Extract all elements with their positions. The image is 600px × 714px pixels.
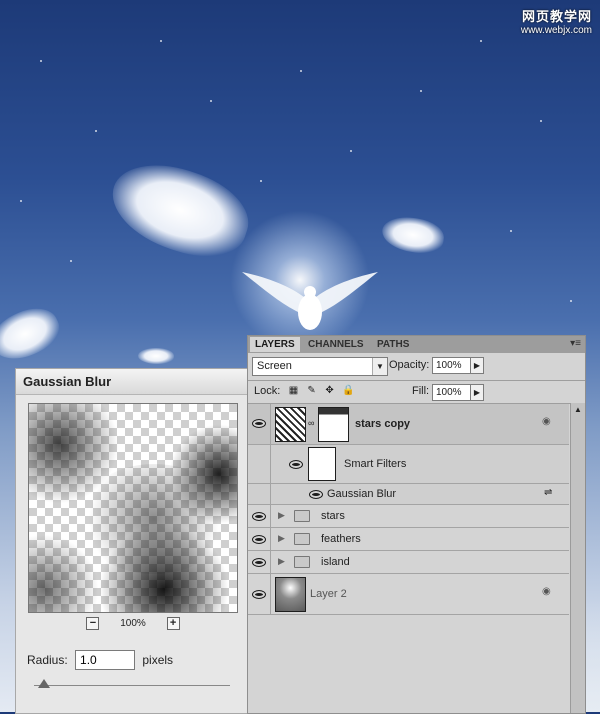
visibility-eye-icon[interactable]	[251, 555, 267, 569]
visibility-eye-icon[interactable]	[288, 457, 304, 471]
tab-paths[interactable]: PATHS	[372, 337, 414, 352]
smart-object-icon: ◉	[542, 586, 551, 597]
zoom-in-button[interactable]: +	[166, 617, 180, 630]
feather-4	[138, 348, 174, 364]
dialog-title[interactable]: Gaussian Blur	[16, 369, 250, 395]
layer-row-feathers[interactable]: ▶ feathers	[248, 528, 569, 551]
radius-unit: pixels	[142, 653, 174, 667]
fill-label: Fill:	[412, 385, 430, 397]
blend-mode-select[interactable]: Screen ▼	[252, 357, 388, 376]
tab-layers[interactable]: LAYERS	[250, 337, 300, 352]
folder-icon	[294, 556, 310, 568]
expand-arrow-icon[interactable]: ▶	[278, 533, 285, 544]
layer-name[interactable]: stars	[321, 510, 345, 522]
layer-row-stars-copy[interactable]: ∞ stars copy ◉	[248, 404, 569, 445]
fill-input[interactable]: 100%	[432, 384, 471, 401]
layer-name[interactable]: stars copy	[355, 418, 410, 430]
filter-mask-thumbnail	[308, 447, 336, 481]
opacity-input[interactable]: 100%	[432, 357, 471, 374]
layer-name[interactable]: Layer 2	[310, 588, 347, 600]
zoom-controls: − 100% +	[16, 617, 250, 630]
lock-all-icon[interactable]: 🔒	[342, 385, 354, 396]
blend-row: Screen ▼ Opacity: 100% ▶	[252, 357, 582, 377]
layer-name[interactable]: Smart Filters	[344, 458, 406, 470]
layer-row-gaussian-blur[interactable]: Gaussian Blur ⇌	[248, 484, 569, 505]
lock-row: Lock: ▦ ✎ ✥ 🔒 Fill: 100% ▶	[252, 384, 582, 404]
chain-link-icon: ∞	[308, 418, 315, 428]
watermark-url: www.webjx.com	[520, 25, 592, 36]
scroll-up-icon[interactable]: ▲	[574, 405, 582, 414]
lock-transparent-icon[interactable]: ▦	[288, 385, 299, 396]
watermark: 网页教学网 www.webjx.com	[521, 6, 592, 36]
expand-arrow-icon[interactable]: ▶	[278, 510, 285, 521]
folder-icon	[294, 510, 310, 522]
opacity-arrow-button[interactable]: ▶	[470, 357, 484, 374]
visibility-eye-icon[interactable]	[251, 509, 267, 523]
blur-preview[interactable]	[28, 403, 238, 613]
layer-name[interactable]: Gaussian Blur	[327, 488, 396, 500]
layer-row-smart-filters[interactable]: Smart Filters	[248, 445, 569, 484]
layer-name[interactable]: feathers	[321, 533, 361, 545]
watermark-title: 网页教学网	[521, 9, 592, 24]
layers-panel: LAYERS CHANNELS PATHS ▾≡ Screen ▼ Opacit…	[247, 335, 586, 714]
smart-object-icon: ◉	[542, 416, 551, 427]
gaussian-blur-dialog: Gaussian Blur − 100% + Radius: pixels	[15, 368, 251, 714]
visibility-eye-icon[interactable]	[251, 416, 267, 430]
layer-thumbnail	[275, 407, 306, 442]
zoom-level: 100%	[120, 618, 146, 630]
dove-image	[240, 268, 380, 338]
radius-row: Radius: pixels	[27, 650, 173, 670]
expand-arrow-icon[interactable]: ▶	[278, 556, 285, 567]
radius-label: Radius:	[27, 653, 68, 667]
layer-row-island[interactable]: ▶ island	[248, 551, 569, 574]
visibility-eye-icon[interactable]	[308, 487, 324, 501]
layer-row-stars[interactable]: ▶ stars	[248, 505, 569, 528]
fill-arrow-button[interactable]: ▶	[470, 384, 484, 401]
tab-channels[interactable]: CHANNELS	[303, 337, 369, 352]
layer-row-layer-2[interactable]: Layer 2 ◉	[248, 574, 569, 615]
opacity-label: Opacity:	[389, 359, 430, 371]
chevron-down-icon: ▼	[372, 358, 387, 375]
lock-move-icon[interactable]: ✥	[324, 385, 335, 396]
feather-3	[0, 299, 67, 369]
visibility-eye-icon[interactable]	[251, 587, 267, 601]
zoom-out-button[interactable]: −	[86, 617, 100, 630]
layer-thumbnail	[275, 577, 306, 612]
lock-brush-icon[interactable]: ✎	[306, 385, 317, 396]
panel-menu-icon[interactable]: ▾≡	[570, 338, 581, 349]
radius-slider-thumb[interactable]	[38, 679, 50, 688]
lock-label: Lock:	[254, 385, 281, 397]
mask-thumbnail	[318, 407, 349, 442]
radius-input[interactable]	[75, 650, 136, 670]
panel-tabs: LAYERS CHANNELS PATHS ▾≡	[248, 336, 585, 353]
radius-slider[interactable]	[34, 685, 230, 686]
filter-options-icon[interactable]: ⇌	[544, 487, 552, 498]
folder-icon	[294, 533, 310, 545]
feather-2	[379, 213, 447, 257]
visibility-eye-icon[interactable]	[251, 532, 267, 546]
panel-scrollbar[interactable]: ▲	[570, 403, 585, 713]
layer-name[interactable]: island	[321, 556, 350, 568]
blend-mode-value: Screen	[257, 360, 292, 372]
